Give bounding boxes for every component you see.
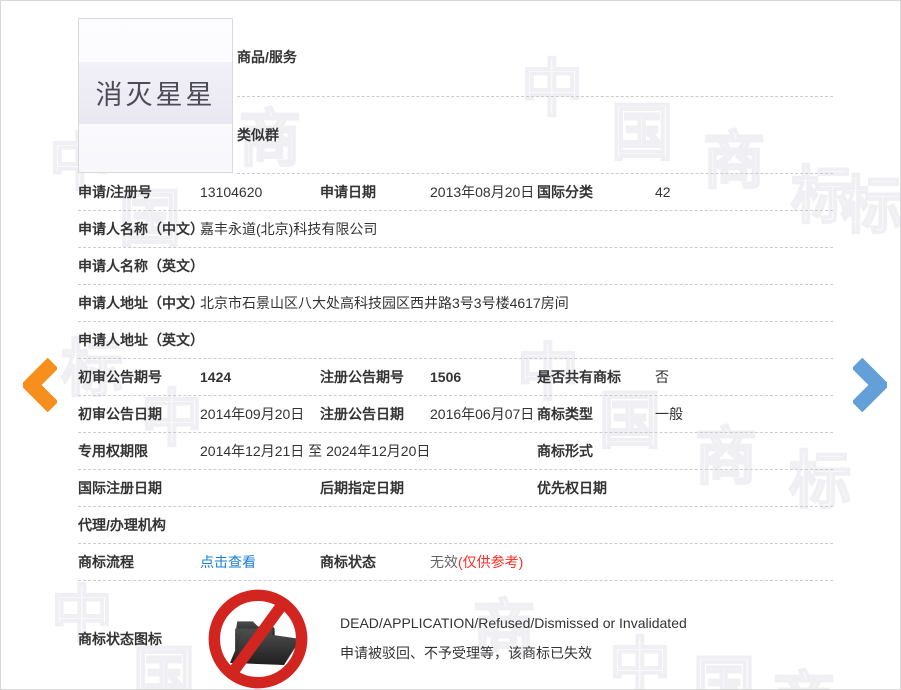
tm-status-value: 无效 [430, 554, 458, 570]
trademark-detail-content: 消灭星星 商品/服务 类似群 申请/注册号 13104620 申请日期 2013… [78, 18, 833, 690]
row-applicant-addr-cn: 申请人地址（中文） 北京市石景山区八大处高科技园区西井路3号3号楼4617房间 [78, 285, 833, 322]
reg-notice-no-label: 注册公告期号 [320, 367, 430, 387]
tm-process-label: 商标流程 [78, 552, 200, 572]
exclusive-period-label: 专用权期限 [78, 441, 200, 461]
intl-class-label: 国际分类 [537, 182, 655, 202]
process-view-link[interactable]: 点击查看 [200, 554, 256, 570]
dead-trademark-prohibition-icon [206, 587, 310, 690]
app-date-value: 2013年08月20日 [430, 182, 537, 202]
first-trial-no-value: 1424 [200, 369, 320, 385]
applicant-name-cn-label: 申请人名称（中文） [78, 219, 200, 239]
app-reg-no-value: 13104620 [200, 184, 320, 200]
chevron-left-icon [23, 399, 57, 416]
applicant-name-cn-value: 嘉丰永道(北京)科技有限公司 [200, 219, 833, 239]
applicant-addr-en-label: 申请人地址（英文） [78, 330, 200, 350]
row-exclusive-period: 专用权期限 2014年12月21日 至 2024年12月20日 商标形式 [78, 433, 833, 470]
row-process-status: 商标流程 点击查看 商标状态 无效(仅供参考) [78, 544, 833, 581]
tm-status-label: 商标状态 [320, 552, 430, 572]
applicant-addr-cn-label: 申请人地址（中文） [78, 293, 200, 313]
status-icon-label: 商标状态图标 [78, 629, 200, 649]
tm-form-label: 商标形式 [537, 441, 655, 461]
trademark-header: 消灭星星 商品/服务 类似群 [78, 18, 833, 174]
prev-page-button[interactable] [23, 358, 57, 412]
row-applicant-name-en: 申请人名称（英文） [78, 248, 833, 285]
first-trial-no-label: 初审公告期号 [78, 367, 200, 387]
intl-class-value: 42 [655, 184, 833, 200]
agency-label: 代理/办理机构 [78, 515, 200, 535]
row-agency: 代理/办理机构 [78, 507, 833, 544]
goods-services-label: 商品/服务 [237, 47, 297, 67]
reg-notice-no-value: 1506 [430, 369, 537, 385]
reg-notice-date-value: 2016年06月07日 [430, 404, 537, 424]
applicant-name-en-label: 申请人名称（英文） [78, 256, 200, 276]
later-desig-date-label: 后期指定日期 [320, 478, 430, 498]
trademark-image-text: 消灭星星 [96, 73, 216, 112]
first-trial-date-label: 初审公告日期 [78, 404, 200, 424]
status-desc-cn: 申请被驳回、不予受理等，该商标已失效 [340, 643, 833, 663]
row-applicant-name-cn: 申请人名称（中文） 嘉丰永道(北京)科技有限公司 [78, 211, 833, 248]
row-application-number: 申请/注册号 13104620 申请日期 2013年08月20日 国际分类 42 [78, 174, 833, 211]
header-right: 商品/服务 类似群 [237, 18, 833, 174]
trademark-detail-page: 中国商标中国商标中中国商标中国商中国商标 消灭星星 商品/服务 [0, 0, 901, 690]
next-page-button[interactable] [853, 358, 887, 412]
row-notice-numbers: 初审公告期号 1424 注册公告期号 1506 是否共有商标 否 [78, 359, 833, 396]
trademark-image: 消灭星星 [78, 18, 233, 173]
tm-type-label: 商标类型 [537, 404, 655, 424]
exclusive-period-value: 2014年12月21日 至 2024年12月20日 [200, 441, 537, 461]
applicant-addr-cn-value: 北京市石景山区八大处高科技园区西井路3号3号楼4617房间 [200, 293, 833, 313]
first-trial-date-value: 2014年09月20日 [200, 404, 320, 424]
app-date-label: 申请日期 [320, 182, 430, 202]
status-desc-en: DEAD/APPLICATION/Refused/Dismissed or In… [340, 615, 833, 631]
row-status-icon: 商标状态图标 [78, 581, 833, 690]
row-applicant-addr-en: 申请人地址（英文） [78, 322, 833, 359]
tm-type-value: 一般 [655, 404, 833, 424]
watermark-glyph: 标 [841, 176, 901, 238]
priority-date-label: 优先权日期 [537, 478, 655, 498]
similar-group-label: 类似群 [237, 125, 279, 145]
chevron-right-icon [853, 399, 887, 416]
reg-notice-date-label: 注册公告日期 [320, 404, 430, 424]
is-shared-label: 是否共有商标 [537, 367, 655, 387]
app-reg-no-label: 申请/注册号 [78, 182, 200, 202]
tm-status-note: (仅供参考) [458, 554, 523, 570]
intl-reg-date-label: 国际注册日期 [78, 478, 200, 498]
is-shared-value: 否 [655, 367, 833, 387]
row-notice-dates: 初审公告日期 2014年09月20日 注册公告日期 2016年06月07日 商标… [78, 396, 833, 433]
row-intl-dates: 国际注册日期 后期指定日期 优先权日期 [78, 470, 833, 507]
trademark-image-band: 消灭星星 [79, 62, 232, 124]
